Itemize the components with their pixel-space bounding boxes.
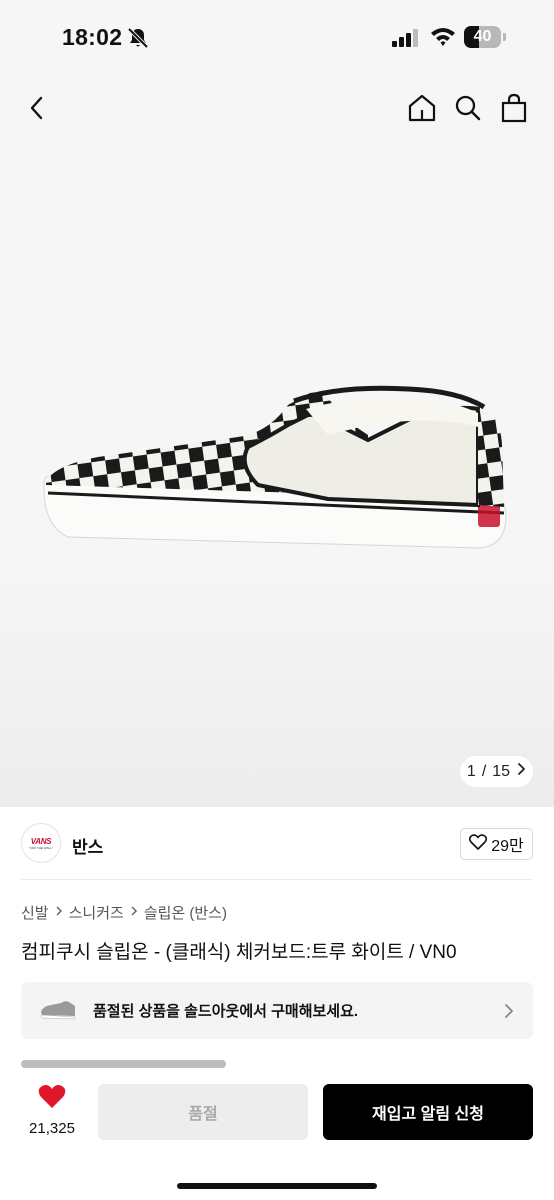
search-button[interactable] — [448, 90, 488, 130]
image-pager[interactable]: 1 / 15 — [460, 756, 533, 787]
brand-like-count: 29만 — [491, 838, 524, 855]
brand-name[interactable]: 반스 — [72, 833, 103, 858]
brand-logo-text: VANS — [30, 836, 52, 846]
soldout-button: 품절 — [98, 1084, 308, 1140]
wifi-icon — [430, 26, 456, 47]
restock-alert-button[interactable]: 재입고 알림 신청 — [323, 1084, 533, 1140]
status-bar: 18:02 40 — [0, 0, 554, 78]
shopping-bag-icon — [500, 93, 528, 128]
breadcrumb-item[interactable]: 슬립온 (반스) — [144, 902, 227, 923]
product-image — [43, 385, 507, 549]
outlet-thumbnail — [40, 1001, 76, 1020]
tab-scroll-indicator — [21, 1060, 226, 1068]
cellular-signal-icon — [392, 29, 420, 47]
pager-separator: / — [481, 762, 487, 780]
bottom-action-bar: 21,325 품절 재입고 알림 신청 — [0, 1068, 554, 1200]
back-arrow-icon — [27, 94, 47, 127]
home-icon — [407, 93, 437, 128]
outlet-banner[interactable]: 품절된 상품을 솔드아웃에서 구매해보세요. — [21, 982, 533, 1039]
breadcrumb-item[interactable]: 신발 — [21, 902, 49, 923]
wishlist-count: 21,325 — [29, 1120, 75, 1137]
brand-logo[interactable]: VANS "OFF THE WALL" — [21, 823, 61, 863]
brand-row: VANS "OFF THE WALL" 반스 29만 — [0, 818, 554, 872]
home-indicator — [177, 1183, 377, 1189]
back-button[interactable] — [17, 90, 57, 130]
outlet-banner-text: 품절된 상품을 솔드아웃에서 구매해보세요. — [93, 1003, 359, 1020]
pager-current: 1 — [466, 762, 476, 780]
divider — [21, 879, 533, 880]
brand-like-button[interactable]: 29만 — [460, 828, 533, 860]
status-time: 18:02 — [62, 24, 123, 50]
chevron-right-icon — [55, 905, 63, 920]
bell-slash-icon — [126, 26, 150, 50]
home-button[interactable] — [402, 90, 442, 130]
heart-outline-icon — [469, 833, 488, 855]
heart-filled-icon — [38, 1084, 66, 1114]
product-image-gallery[interactable]: 18:02 40 1 / 15 — [0, 0, 554, 807]
chevron-right-icon — [502, 1001, 516, 1021]
battery-indicator: 40 — [464, 26, 506, 48]
cart-button[interactable] — [494, 90, 534, 130]
product-title: 컴피쿠시 슬립온 - (클래식) 체커보드:트루 화이트 / VN0 — [21, 942, 457, 963]
breadcrumb: 신발 스니커즈 슬립온 (반스) — [21, 902, 227, 923]
search-icon — [454, 94, 482, 127]
chevron-right-icon — [130, 905, 138, 920]
chevron-right-icon — [516, 762, 526, 781]
brand-logo-subtext: "OFF THE WALL" — [29, 845, 53, 850]
breadcrumb-item[interactable]: 스니커즈 — [69, 902, 124, 923]
battery-level: 40 — [473, 28, 492, 45]
wishlist-button[interactable]: 21,325 — [18, 1084, 86, 1146]
pager-total: 15 — [492, 762, 511, 780]
